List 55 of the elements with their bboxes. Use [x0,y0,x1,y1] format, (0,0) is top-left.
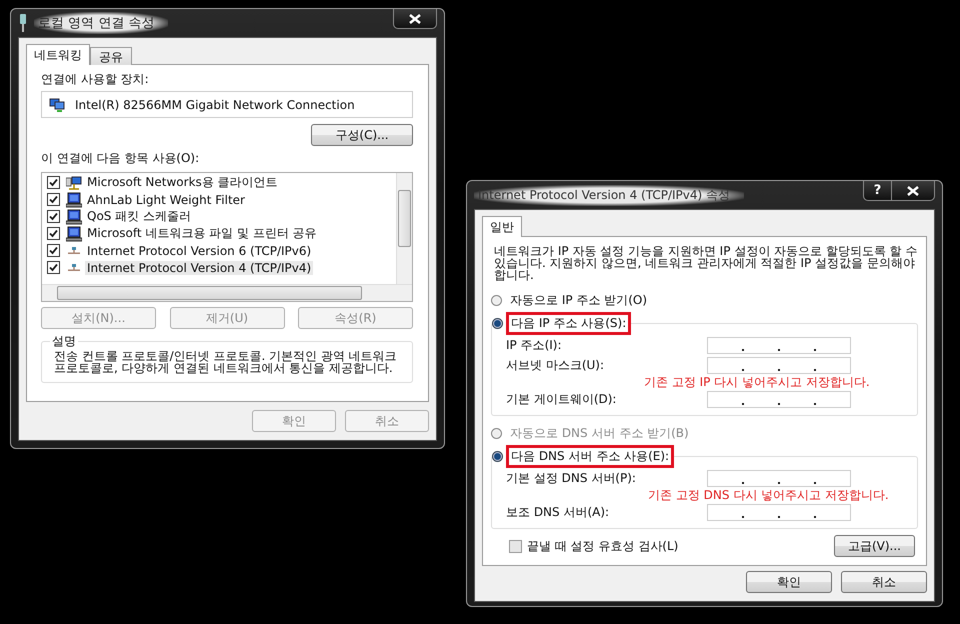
ip-address-field[interactable] [707,470,851,486]
component-item[interactable]: Internet Protocol Version 4 (TCP/IPv4) [85,260,314,274]
field-label: 서브넷 마스크(U): [506,356,604,374]
component-item[interactable]: QoS 패킷 스케줄러 [85,208,194,225]
component-item[interactable]: AhnLab Light Weight Filter [85,192,247,206]
field-label: 기본 게이트웨이(D): [506,390,616,408]
configure-button[interactable]: 구성(C)... [311,124,413,146]
checkbox[interactable] [47,227,60,240]
adapter-name: Intel(R) 82566MM Gigabit Network Connection [75,98,355,112]
field-label: 기본 설정 DNS 서버(P): [506,470,636,486]
annotation-text: 기존 고정 DNS 다시 넣어주시고 저장합니다. [648,488,889,502]
computer-icon [66,192,82,208]
component-item[interactable]: Microsoft Networks용 클라이언트 [85,174,280,191]
checkbox[interactable] [47,244,60,257]
components-label: 이 연결에 다음 항목 사용(O): [41,150,200,167]
advanced-button[interactable]: 고급(V)... [834,535,915,557]
description-text: 전송 컨트롤 프로토콜/인터넷 프로토콜. 기본적인 광역 네트워크 프로토콜로, 다양하게 연결된 네트워크에서 통신을 제공합니다. [54,350,398,374]
radio-button[interactable]: 자동으로 IP 주소 받기(O) [491,289,652,312]
close-icon [409,14,421,24]
protocol-icon [68,247,80,254]
ip-address-field[interactable] [707,504,851,520]
close-icon [907,186,919,196]
field-label: 보조 DNS 서버(A): [506,504,610,520]
tab[interactable]: 공유 [90,47,132,65]
vertical-scrollbar[interactable] [396,173,412,285]
window-title: 로컬 영역 연결 속성 [34,12,168,34]
field-label: IP 주소(I): [506,336,562,354]
checkbox[interactable] [47,261,60,274]
component-item[interactable]: Internet Protocol Version 6 (TCP/IPv6) [85,244,314,258]
ip-address-field[interactable] [707,390,851,408]
horizontal-scrollbar[interactable] [42,284,412,301]
checkbox[interactable] [47,210,60,223]
protocol-icon [68,264,80,271]
ip-address-field[interactable] [707,356,851,374]
close-button[interactable] [393,9,437,29]
checkbox[interactable] [47,176,60,189]
computer-icon [66,226,82,242]
ip-address-field[interactable] [707,336,851,354]
checkbox[interactable] [509,540,522,552]
network-cable-icon [18,14,28,32]
dialog-button[interactable]: 취소 [841,571,927,593]
annotation-text: 기존 고정 IP 다시 넣어주시고 저장합니다. [644,375,870,389]
component-item[interactable]: Microsoft 네트워크용 파일 및 프린터 공유 [85,225,319,242]
dialog-button[interactable]: 확인 [746,571,832,593]
close-button[interactable] [891,181,935,201]
intro-text: 네트워크가 IP 자동 설정 기능을 지원하면 IP 설정이 자동으로 할당되도록 할 수 있습니다. 지원하지 않으면, 네트워크 관리자에게 적절한 IP 설정값을 문의해야 합니다. [494,245,918,281]
checkbox[interactable] [47,193,60,206]
group-label: 설명 [51,333,77,350]
network-adapter-icon [49,96,65,112]
device-label: 연결에 사용할 장치: [41,71,150,88]
client-computer-icon [66,174,82,190]
tab[interactable]: 일반 [482,216,522,237]
help-button[interactable]: ? [863,181,891,201]
computer-icon [66,208,82,224]
tab[interactable]: 네트워킹 [26,44,90,65]
